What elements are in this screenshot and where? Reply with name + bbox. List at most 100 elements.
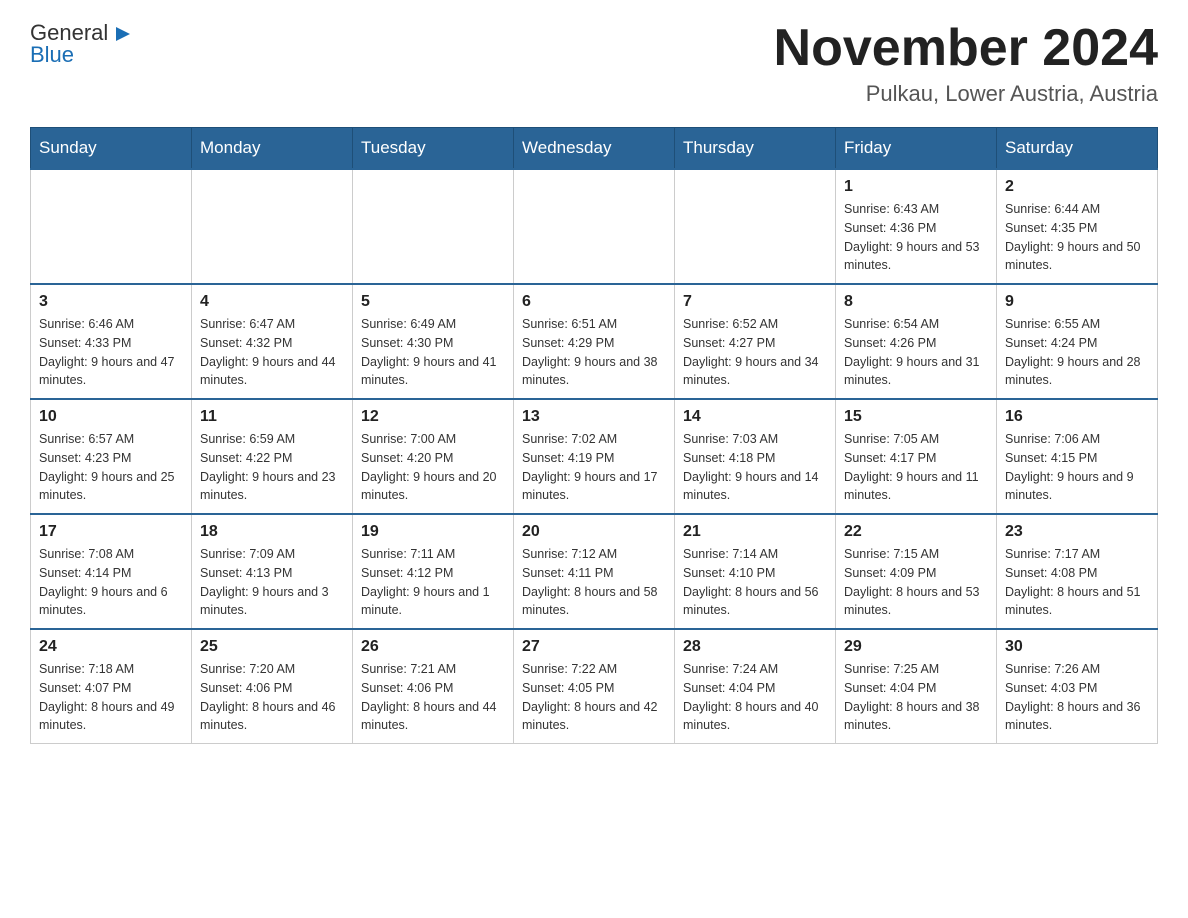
day-number: 15 [844,408,988,426]
day-cell: 28 Sunrise: 7:24 AMSunset: 4:04 PMDayligh… [675,629,836,744]
day-number: 5 [361,293,505,311]
day-cell: 26 Sunrise: 7:21 AMSunset: 4:06 PMDayligh… [353,629,514,744]
day-info: Sunrise: 6:47 AMSunset: 4:32 PMDaylight:… [200,315,344,390]
day-cell: 9 Sunrise: 6:55 AMSunset: 4:24 PMDaylight… [997,284,1158,399]
header-day-saturday: Saturday [997,128,1158,170]
week-row-4: 17Sunrise: 7:08 AMSunset: 4:14 PMDayligh… [31,514,1158,629]
header-row: SundayMondayTuesdayWednesdayThursdayFrid… [31,128,1158,170]
day-cell: 1 Sunrise: 6:43 AMSunset: 4:36 PMDaylight… [836,169,997,284]
week-row-2: 3 Sunrise: 6:46 AMSunset: 4:33 PMDaylight… [31,284,1158,399]
day-number: 13 [522,408,666,426]
day-cell: 3 Sunrise: 6:46 AMSunset: 4:33 PMDaylight… [31,284,192,399]
day-number: 1 [844,178,988,196]
calendar-header: SundayMondayTuesdayWednesdayThursdayFrid… [31,128,1158,170]
day-cell: 22Sunrise: 7:15 AMSunset: 4:09 PMDayligh… [836,514,997,629]
day-cell: 7 Sunrise: 6:52 AMSunset: 4:27 PMDaylight… [675,284,836,399]
day-info: Sunrise: 6:46 AMSunset: 4:33 PMDaylight:… [39,315,183,390]
day-info: Sunrise: 6:51 AMSunset: 4:29 PMDaylight:… [522,315,666,390]
day-cell: 29 Sunrise: 7:25 AMSunset: 4:04 PMDayligh… [836,629,997,744]
day-number: 9 [1005,293,1149,311]
day-number: 6 [522,293,666,311]
header-day-tuesday: Tuesday [353,128,514,170]
calendar-table: SundayMondayTuesdayWednesdayThursdayFrid… [30,127,1158,744]
day-info: Sunrise: 7:26 AMSunset: 4:03 PMDaylight:… [1005,660,1149,735]
day-cell: 20Sunrise: 7:12 AMSunset: 4:11 PMDayligh… [514,514,675,629]
day-number: 23 [1005,523,1149,541]
subtitle: Pulkau, Lower Austria, Austria [774,81,1158,107]
day-number: 2 [1005,178,1149,196]
day-number: 28 [683,638,827,656]
header-day-friday: Friday [836,128,997,170]
day-info: Sunrise: 6:52 AMSunset: 4:27 PMDaylight:… [683,315,827,390]
day-cell: 17Sunrise: 7:08 AMSunset: 4:14 PMDayligh… [31,514,192,629]
day-cell: 16Sunrise: 7:06 AMSunset: 4:15 PMDayligh… [997,399,1158,514]
day-info: Sunrise: 6:55 AMSunset: 4:24 PMDaylight:… [1005,315,1149,390]
week-row-1: 1 Sunrise: 6:43 AMSunset: 4:36 PMDaylight… [31,169,1158,284]
day-cell: 19 Sunrise: 7:11 AMSunset: 4:12 PMDayligh… [353,514,514,629]
day-info: Sunrise: 7:25 AMSunset: 4:04 PMDaylight:… [844,660,988,735]
header-day-thursday: Thursday [675,128,836,170]
day-number: 7 [683,293,827,311]
header-day-monday: Monday [192,128,353,170]
day-number: 3 [39,293,183,311]
day-number: 27 [522,638,666,656]
day-cell: 18Sunrise: 7:09 AMSunset: 4:13 PMDayligh… [192,514,353,629]
day-number: 18 [200,523,344,541]
day-info: Sunrise: 7:17 AMSunset: 4:08 PMDaylight:… [1005,545,1149,620]
day-cell: 8 Sunrise: 6:54 AMSunset: 4:26 PMDaylight… [836,284,997,399]
day-number: 11 [200,408,344,426]
day-info: Sunrise: 7:08 AMSunset: 4:14 PMDaylight:… [39,545,183,620]
logo-arrow-icon [112,23,134,45]
day-number: 26 [361,638,505,656]
day-info: Sunrise: 6:59 AMSunset: 4:22 PMDaylight:… [200,430,344,505]
day-cell: 21Sunrise: 7:14 AMSunset: 4:10 PMDayligh… [675,514,836,629]
day-cell: 10 Sunrise: 6:57 AMSunset: 4:23 PMDayligh… [31,399,192,514]
day-number: 12 [361,408,505,426]
day-number: 19 [361,523,505,541]
page-header: General Blue November 2024 Pulkau, Lower… [30,20,1158,107]
day-cell [675,169,836,284]
day-number: 8 [844,293,988,311]
day-info: Sunrise: 6:49 AMSunset: 4:30 PMDaylight:… [361,315,505,390]
day-cell [514,169,675,284]
day-info: Sunrise: 7:20 AMSunset: 4:06 PMDaylight:… [200,660,344,735]
day-cell: 12Sunrise: 7:00 AMSunset: 4:20 PMDayligh… [353,399,514,514]
day-cell: 6 Sunrise: 6:51 AMSunset: 4:29 PMDaylight… [514,284,675,399]
header-day-sunday: Sunday [31,128,192,170]
logo-blue: Blue [30,42,74,68]
day-info: Sunrise: 7:22 AMSunset: 4:05 PMDaylight:… [522,660,666,735]
day-info: Sunrise: 7:24 AMSunset: 4:04 PMDaylight:… [683,660,827,735]
day-cell: 14Sunrise: 7:03 AMSunset: 4:18 PMDayligh… [675,399,836,514]
day-info: Sunrise: 7:21 AMSunset: 4:06 PMDaylight:… [361,660,505,735]
day-cell: 25Sunrise: 7:20 AMSunset: 4:06 PMDayligh… [192,629,353,744]
day-number: 24 [39,638,183,656]
calendar-body: 1 Sunrise: 6:43 AMSunset: 4:36 PMDaylight… [31,169,1158,744]
day-info: Sunrise: 7:14 AMSunset: 4:10 PMDaylight:… [683,545,827,620]
day-cell: 13Sunrise: 7:02 AMSunset: 4:19 PMDayligh… [514,399,675,514]
day-info: Sunrise: 6:44 AMSunset: 4:35 PMDaylight:… [1005,200,1149,275]
day-cell: 27 Sunrise: 7:22 AMSunset: 4:05 PMDayligh… [514,629,675,744]
day-number: 20 [522,523,666,541]
day-cell: 24Sunrise: 7:18 AMSunset: 4:07 PMDayligh… [31,629,192,744]
day-info: Sunrise: 6:57 AMSunset: 4:23 PMDaylight:… [39,430,183,505]
day-number: 10 [39,408,183,426]
day-info: Sunrise: 7:11 AMSunset: 4:12 PMDaylight:… [361,545,505,620]
day-cell [192,169,353,284]
day-number: 29 [844,638,988,656]
day-cell: 15Sunrise: 7:05 AMSunset: 4:17 PMDayligh… [836,399,997,514]
day-cell: 2 Sunrise: 6:44 AMSunset: 4:35 PMDaylight… [997,169,1158,284]
day-number: 22 [844,523,988,541]
day-info: Sunrise: 7:03 AMSunset: 4:18 PMDaylight:… [683,430,827,505]
day-cell: 11 Sunrise: 6:59 AMSunset: 4:22 PMDayligh… [192,399,353,514]
day-cell: 30Sunrise: 7:26 AMSunset: 4:03 PMDayligh… [997,629,1158,744]
day-number: 16 [1005,408,1149,426]
logo: General Blue [30,20,134,68]
day-cell: 5 Sunrise: 6:49 AMSunset: 4:30 PMDaylight… [353,284,514,399]
week-row-5: 24Sunrise: 7:18 AMSunset: 4:07 PMDayligh… [31,629,1158,744]
day-info: Sunrise: 6:54 AMSunset: 4:26 PMDaylight:… [844,315,988,390]
day-cell [31,169,192,284]
day-cell: 4Sunrise: 6:47 AMSunset: 4:32 PMDaylight… [192,284,353,399]
header-day-wednesday: Wednesday [514,128,675,170]
day-info: Sunrise: 6:43 AMSunset: 4:36 PMDaylight:… [844,200,988,275]
day-cell: 23 Sunrise: 7:17 AMSunset: 4:08 PMDayligh… [997,514,1158,629]
